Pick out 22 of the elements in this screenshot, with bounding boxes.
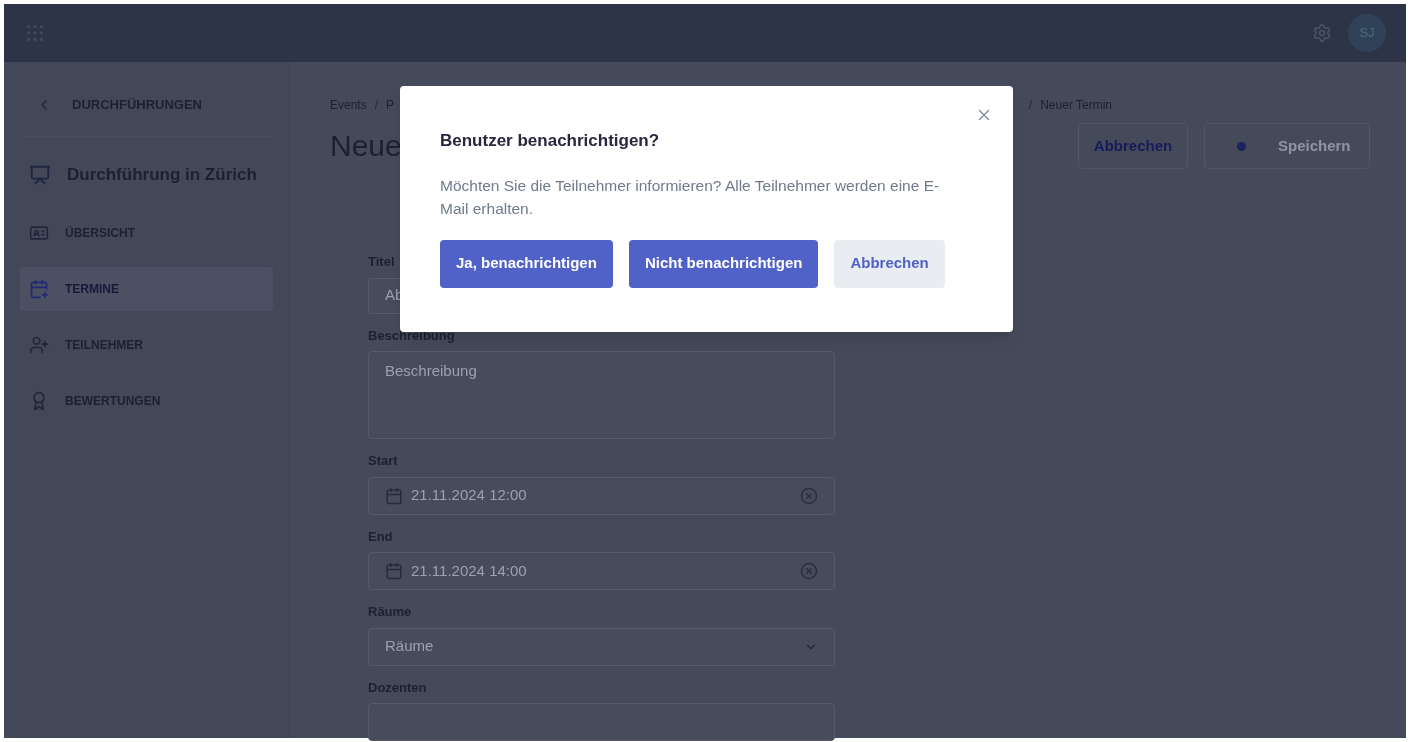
calendar-icon: [385, 486, 403, 505]
presentation-icon: [29, 164, 51, 186]
dialog-button[interactable]: Abbrechen: [834, 239, 945, 288]
user-plus-icon: [29, 335, 49, 355]
breadcrumb-separator: /: [1028, 97, 1033, 114]
select-field[interactable]: Räume: [368, 627, 835, 666]
id-card-icon: [29, 223, 49, 243]
breadcrumb-separator: /: [374, 97, 379, 114]
dialog-title: Benutzer benachrichtigen?: [440, 130, 661, 152]
calendar-plus-icon: [29, 279, 49, 299]
date-field[interactable]: 21.11.2024 14:00: [368, 552, 835, 590]
textarea-field[interactable]: Beschreibung: [368, 351, 835, 439]
clear-icon[interactable]: [800, 486, 818, 505]
clear-icon[interactable]: [800, 562, 818, 580]
dialog-button[interactable]: Nicht benachrichtigen: [628, 239, 819, 288]
dialog-message: Möchten Sie die Teilnehmer informieren? Alle Teilnehmer werden eine E-Mail erhalten.: [440, 175, 940, 219]
dialog-button[interactable]: Ja, benachrichtigen: [440, 239, 613, 288]
save-button[interactable]: Speichern: [1204, 123, 1370, 169]
settings-icon[interactable]: [1312, 23, 1332, 43]
calendar-icon: [385, 562, 403, 580]
select-field[interactable]: [368, 703, 835, 741]
date-field[interactable]: 21.11.2024 12:00: [368, 476, 835, 515]
